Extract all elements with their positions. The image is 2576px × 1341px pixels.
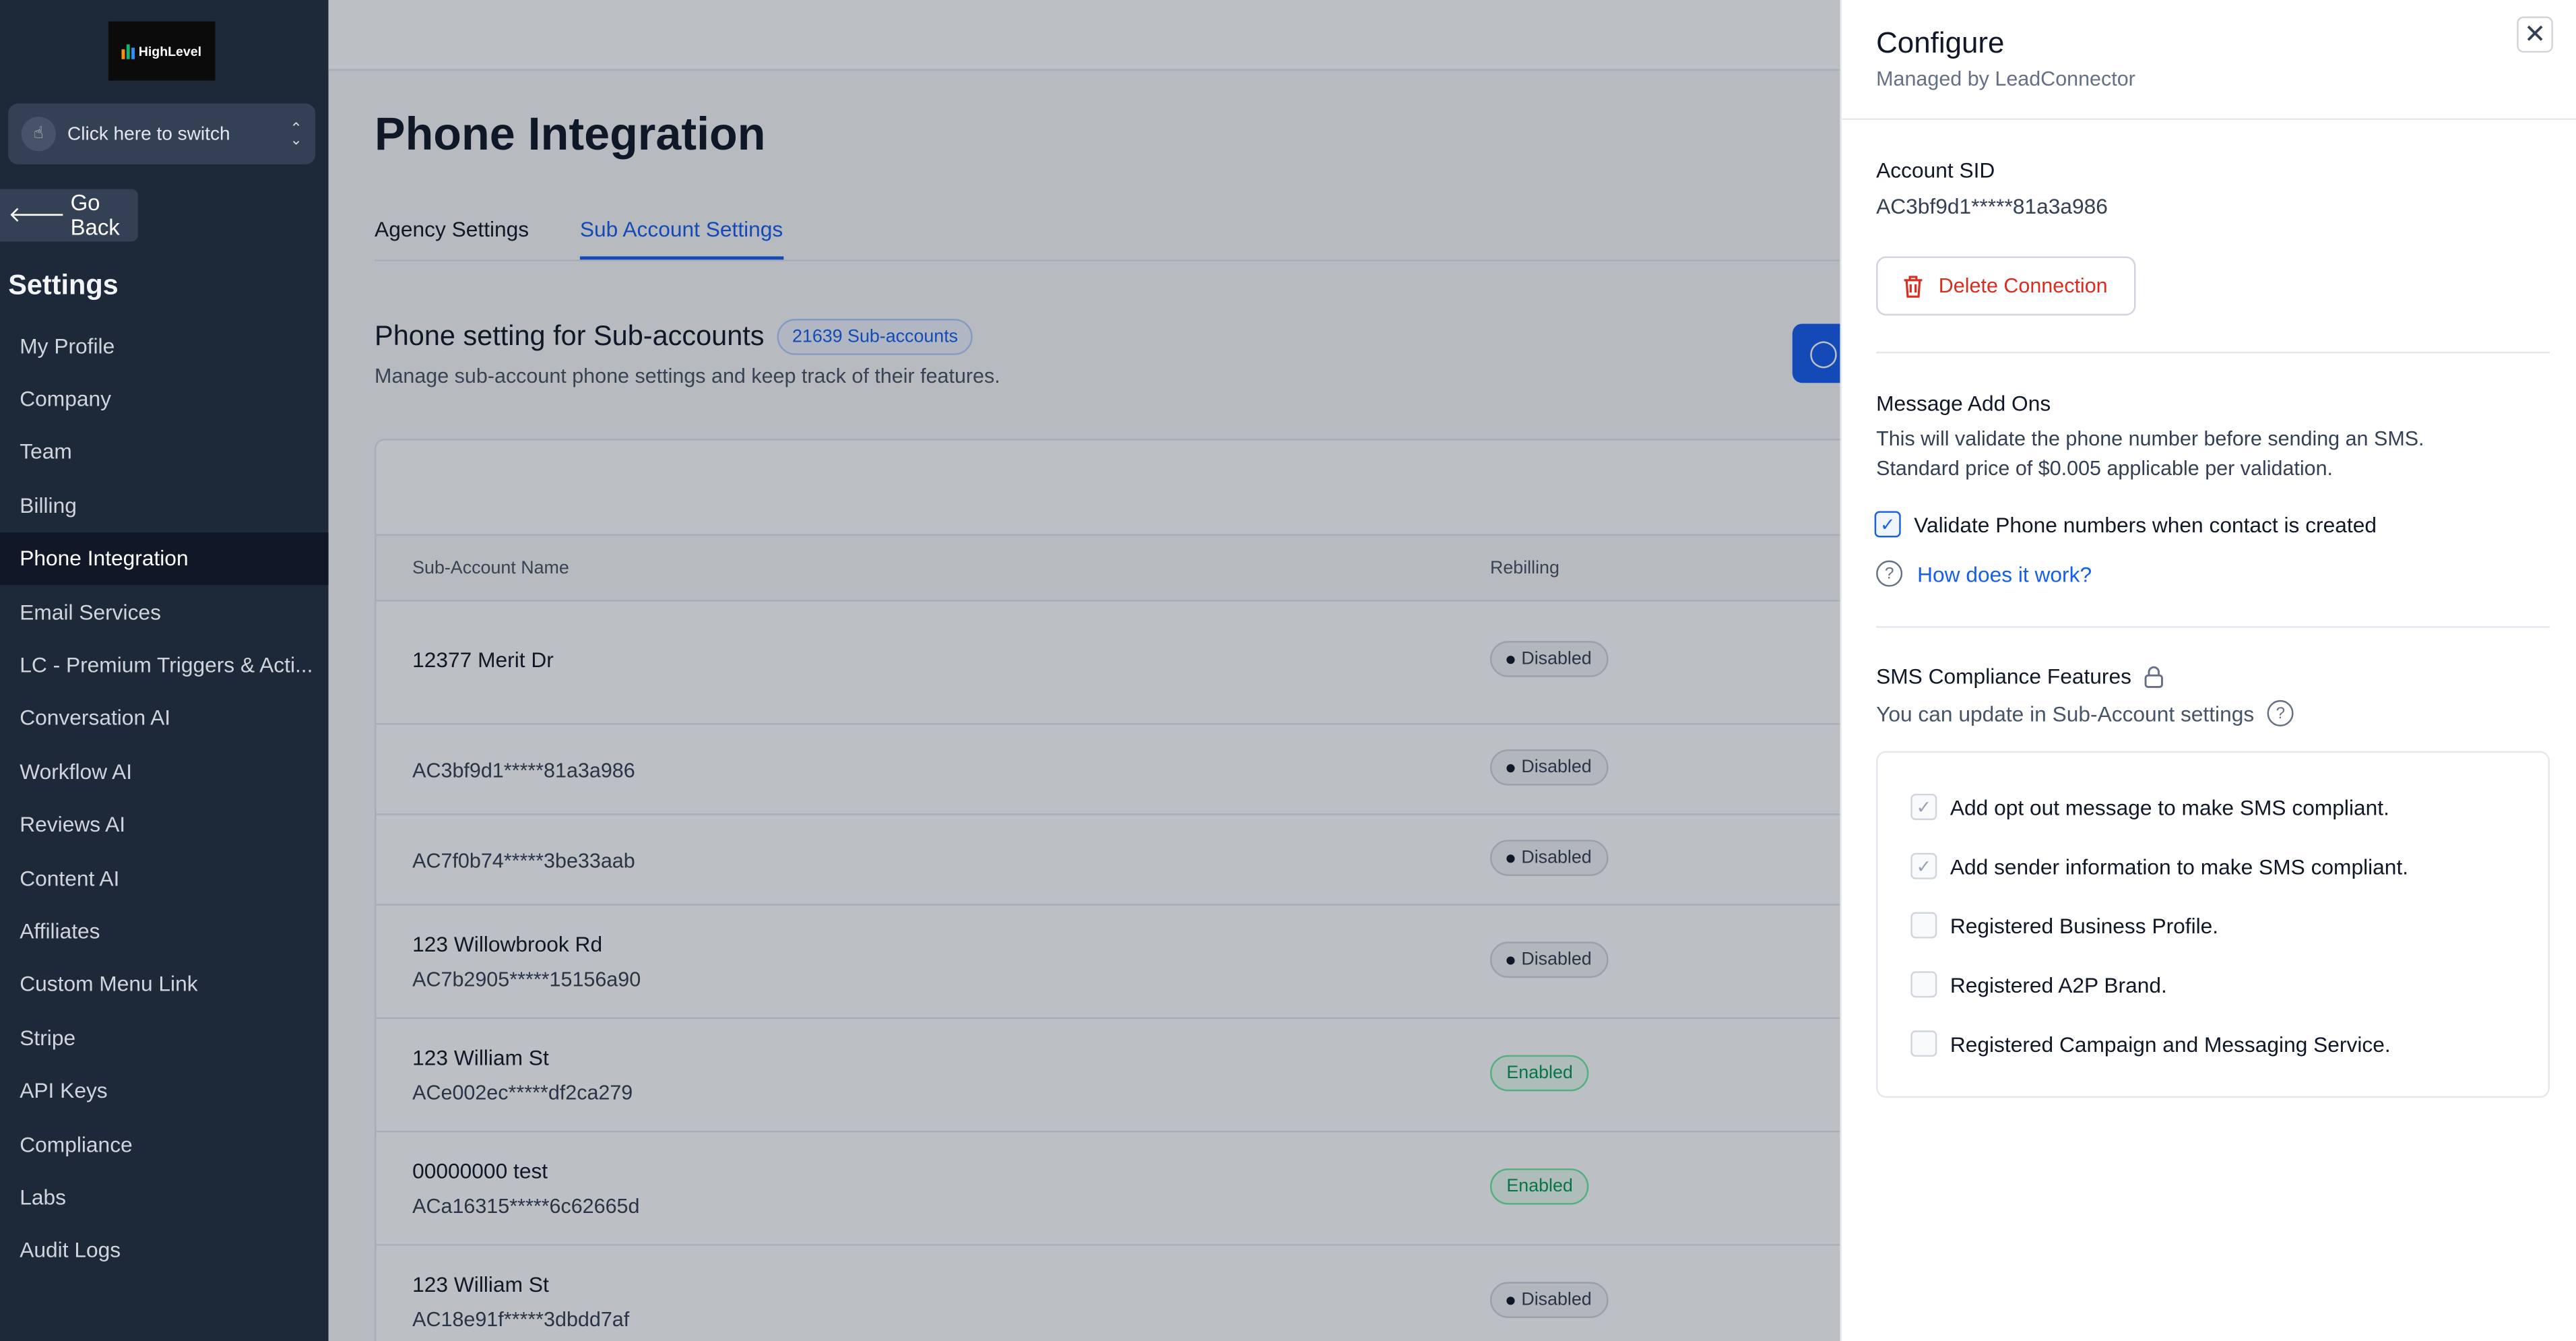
sidebar-item-team[interactable]: Team <box>0 425 329 478</box>
sidebar-item-stripe[interactable]: Stripe <box>0 1011 329 1064</box>
compliance-item-label: Registered A2P Brand. <box>1950 972 2167 997</box>
compliance-item: Registered Business Profile. <box>1910 912 2218 939</box>
compliance-item: ✓ Add opt out message to make SMS compli… <box>1910 793 2389 820</box>
section-divider <box>1876 626 2550 628</box>
pointer-icon: ☝ <box>21 117 56 152</box>
arrow-left-icon: 🡐 <box>8 201 66 227</box>
switcher-label: Click here to switch <box>67 124 230 144</box>
validate-phone-label: Validate Phone numbers when contact is c… <box>1914 511 2377 537</box>
how-does-it-work-label: How does it work? <box>1917 561 2092 586</box>
go-back-label: Go Back <box>70 190 120 241</box>
highlevel-logo[interactable]: HighLevel <box>108 21 216 81</box>
sidebar-item-custom-menu-link[interactable]: Custom Menu Link <box>0 958 329 1011</box>
message-addons-description: This will validate the phone number befo… <box>1876 424 2534 483</box>
sms-compliance-subtitle: You can update in Sub-Account settings ? <box>1876 699 2294 726</box>
configure-drawer: Configure Managed by LeadConnector ✕ Acc… <box>1840 0 2576 1341</box>
sidebar-item-content-ai[interactable]: Content AI <box>0 851 329 904</box>
chevron-up-down-icon: ⌃ ⌄ <box>290 119 302 148</box>
sidebar: HighLevel ☝ Click here to switch ⌃ ⌄ 🡐 Go… <box>0 0 329 1341</box>
section-divider <box>1876 351 2550 354</box>
account-switcher[interactable]: ☝ Click here to switch ⌃ ⌄ <box>8 103 316 164</box>
compliance-checkbox: ✓ <box>1910 793 1937 820</box>
compliance-item-label: Add opt out message to make SMS complian… <box>1950 794 2389 819</box>
message-addons-title: Message Add Ons <box>1876 391 2051 416</box>
compliance-features-box: ✓ Add opt out message to make SMS compli… <box>1876 751 2550 1098</box>
drawer-subtitle: Managed by LeadConnector <box>1876 67 2135 91</box>
sidebar-item-audit-logs[interactable]: Audit Logs <box>0 1224 329 1277</box>
sidebar-item-phone-integration[interactable]: Phone Integration <box>0 532 329 586</box>
compliance-checkbox <box>1910 1030 1937 1057</box>
trash-icon <box>1904 275 1923 297</box>
compliance-item: ✓ Add sender information to make SMS com… <box>1910 852 2409 879</box>
compliance-item-label: Registered Business Profile. <box>1950 912 2219 938</box>
sidebar-item-lc-premium-triggers[interactable]: LC - Premium Triggers & Acti... <box>0 638 329 691</box>
drawer-title: Configure <box>1876 26 2005 59</box>
sidebar-item-labs[interactable]: Labs <box>0 1171 329 1224</box>
close-icon: ✕ <box>2523 21 2546 50</box>
delete-connection-label: Delete Connection <box>1938 274 2108 298</box>
compliance-item: Registered A2P Brand. <box>1910 971 2167 998</box>
compliance-checkbox <box>1910 971 1937 998</box>
sms-compliance-title: SMS Compliance Features <box>1876 664 2164 689</box>
lock-icon <box>2145 665 2164 687</box>
question-circle-icon[interactable]: ? <box>2267 699 2294 726</box>
sidebar-item-compliance[interactable]: Compliance <box>0 1117 329 1171</box>
account-sid-value: AC3bf9d1*****81a3a986 <box>1876 193 2108 219</box>
settings-nav: My Profile Company Team Billing Phone In… <box>0 319 329 1277</box>
logo-text: HighLevel <box>138 43 202 59</box>
close-button[interactable]: ✕ <box>2517 16 2553 53</box>
logo-bars-icon <box>122 42 135 59</box>
compliance-item: Registered Campaign and Messaging Servic… <box>1910 1030 2391 1057</box>
drawer-header-divider <box>1841 118 2576 121</box>
compliance-checkbox: ✓ <box>1910 852 1937 879</box>
sidebar-item-api-keys[interactable]: API Keys <box>0 1064 329 1117</box>
sms-compliance-subtitle-text: You can update in Sub-Account settings <box>1876 701 2255 726</box>
account-sid-label: Account SID <box>1876 158 1995 183</box>
sms-compliance-title-text: SMS Compliance Features <box>1876 664 2131 689</box>
compliance-item-label: Add sender information to make SMS compl… <box>1950 853 2409 879</box>
sidebar-item-reviews-ai[interactable]: Reviews AI <box>0 798 329 851</box>
sidebar-item-conversation-ai[interactable]: Conversation AI <box>0 691 329 745</box>
sidebar-item-billing[interactable]: Billing <box>0 478 329 532</box>
sidebar-item-affiliates[interactable]: Affiliates <box>0 904 329 958</box>
sidebar-item-company[interactable]: Company <box>0 372 329 425</box>
validate-phone-checkbox-row[interactable]: ✓ Validate Phone numbers when contact is… <box>1874 511 2377 538</box>
sidebar-item-workflow-ai[interactable]: Workflow AI <box>0 745 329 798</box>
settings-title: Settings <box>8 269 119 301</box>
compliance-item-label: Registered Campaign and Messaging Servic… <box>1950 1031 2391 1056</box>
compliance-checkbox <box>1910 912 1937 939</box>
validate-phone-checkbox[interactable]: ✓ <box>1874 511 1901 538</box>
addons-desc-line-2: Standard price of $0.005 applicable per … <box>1876 456 2333 480</box>
go-back-button[interactable]: 🡐 Go Back <box>0 189 138 242</box>
question-circle-icon: ? <box>1876 560 1903 587</box>
sidebar-item-email-services[interactable]: Email Services <box>0 585 329 638</box>
delete-connection-button[interactable]: Delete Connection <box>1876 256 2136 316</box>
sidebar-item-my-profile[interactable]: My Profile <box>0 319 329 372</box>
modal-backdrop[interactable] <box>328 0 1840 1341</box>
addons-desc-line-1: This will validate the phone number befo… <box>1876 427 2424 451</box>
how-does-it-work-link[interactable]: ? How does it work? <box>1876 560 2092 587</box>
